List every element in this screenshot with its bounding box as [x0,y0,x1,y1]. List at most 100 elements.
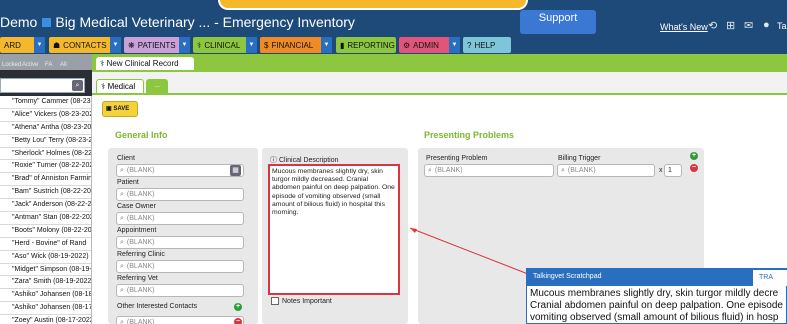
search-icon: ⌕ [120,263,124,270]
filter-locked[interactable]: Locked [2,62,21,68]
tab-new-clinical-record[interactable]: ⚕ New Clinical Record [96,57,194,70]
patient-list-item[interactable]: "Bam" Sustrich (08-22-20 [0,186,91,200]
client-field[interactable]: ⌕ (BLANK) [116,164,244,177]
patient-list-item[interactable]: "Herd - Bovine" of Rand [0,238,91,251]
nav-label: FINANCIAL [271,40,314,50]
patient-list-item[interactable]: "Betty Lou" Terry (08-23-2 [0,135,91,148]
contacts-icon: ☗ [53,40,61,50]
patient-list-item[interactable]: "Zara" Smith (08-19-2022 [0,276,91,290]
title-prefix: Demo [0,14,38,30]
nav-admin[interactable]: ⚙ ADMIN ▼ [399,37,460,53]
scratchpad-text[interactable]: Mucous membranes slightly dry, skin turg… [530,288,786,324]
nav-label: ARD [4,40,21,50]
user-name[interactable]: Ta [777,21,787,31]
patient-list-item[interactable]: "Aso" Wick (08-19-2022) [0,251,91,264]
field-value: (BLANK) [567,167,596,174]
appointment-label: Appointment [117,227,157,234]
nav-financial[interactable]: $ FINANCIAL ▼ [260,37,332,53]
patient-list-item[interactable]: "Tommy" Cammer (08-23- [0,96,91,109]
search-icon[interactable]: ⌕ [72,80,83,91]
user-icon[interactable]: ● [763,19,770,31]
add-problem-icon[interactable]: + [690,152,698,160]
chevron-down-icon[interactable]: ▼ [110,37,121,53]
appointment-field[interactable]: ⌕ (BLANK) [116,236,244,249]
billing-trigger-field[interactable]: ⌕ (BLANK) [557,164,655,177]
chevron-down-icon[interactable]: ▼ [449,37,460,53]
chart-icon: ▮ [340,40,345,50]
patient-list-item[interactable]: "Sherlock" Holmes (08-22 [0,148,91,161]
remove-contact-icon[interactable]: − [234,318,242,324]
tab-label: Medical [107,82,136,91]
tab-more[interactable]: ... [146,79,168,94]
patient-list-item[interactable]: "Boots" Molony (08-22-20 [0,225,91,238]
field-value: (BLANK) [126,167,155,174]
record-subtab-bar [92,72,787,94]
field-value: (BLANK) [126,263,155,270]
search-icon: ⌕ [120,239,124,246]
chevron-down-icon[interactable]: ▼ [246,37,257,53]
nav-label: HELP [474,40,496,50]
search-icon: ⌕ [120,287,124,294]
save-button[interactable]: ▣ SAVE [102,101,138,117]
nav-clinical[interactable]: ⚕ CLINICAL ▼ [193,37,257,53]
patient-list-item[interactable]: "Alice" Vickers (08-23-202 [0,109,91,122]
patient-list-item[interactable]: "Jack" Anderson (08-22-2 [0,199,91,213]
patient-list-item[interactable]: "Brad" of Anniston Farmin [0,173,91,187]
tab-medical[interactable]: ⚕ Medical [96,79,144,94]
scratchpad-tab[interactable]: TRA [753,270,787,286]
mail-icon[interactable]: ✉ [744,19,753,32]
support-button[interactable]: Support [520,10,596,34]
chevron-down-icon[interactable]: ▼ [321,37,332,53]
nav-reporting[interactable]: ▮ REPORTING [336,37,396,53]
client-label: Client [117,155,135,162]
paw-icon: ❋ [128,40,135,50]
nav-label: ADMIN [413,40,439,50]
money-icon: $ [264,40,269,50]
patient-list-item[interactable]: "Ashiko" Johansen (08-17 [0,302,91,316]
patient-list-item[interactable]: "Ashiko" Johansen (08-18 [0,289,91,303]
referring-clinic-field[interactable]: ⌕ (BLANK) [116,260,244,273]
tab-label: New Clinical Record [106,59,179,68]
filter-active[interactable]: Active [22,62,38,68]
nav-contacts[interactable]: ☗ CONTACTS ▼ [49,37,121,53]
gear-icon: ⚙ [403,40,411,50]
patient-list-item[interactable]: "Antman" Stan (08-22-202 [0,212,91,225]
history-icon[interactable]: ⟲ [708,19,717,32]
chevron-down-icon[interactable]: ▼ [179,37,190,53]
scratchpad-header: Talkingvet Scratchpad TRA [527,269,787,286]
search-icon: ⌕ [120,191,124,198]
patient-list-item[interactable]: "Roxie" Turner (08-22-202 [0,160,91,174]
whats-new-link[interactable]: What's New [660,22,708,32]
add-contact-icon[interactable]: + [234,303,242,311]
referring-vet-field[interactable]: ⌕ (BLANK) [116,284,244,297]
case-owner-label: Case Owner [117,203,156,210]
other-contacts-label: Other Interested Contacts [117,303,198,310]
gift-icon[interactable]: ⊞ [726,19,735,32]
referring-clinic-label: Referring Clinic [117,251,165,258]
quantity-field[interactable]: 1 [664,164,682,177]
nav-help[interactable]: ? HELP [463,37,511,53]
patient-list-item[interactable]: "Athena" Antha (08-23-20 [0,122,91,135]
search-icon: ⌕ [428,167,432,174]
save-label: SAVE [113,106,130,112]
patient-field[interactable]: ⌕ (BLANK) [116,188,244,201]
nav-dashboard[interactable]: ARD ▼ [0,37,45,53]
label-text: Clinical Description [278,157,339,164]
calculator-icon[interactable]: ▦ [230,165,241,176]
remove-problem-icon[interactable]: − [690,164,698,172]
filter-all[interactable]: All [60,62,67,68]
other-contacts-field[interactable]: ⌕ (BLANK) [116,316,244,324]
notes-important-label: Notes Important [282,298,332,305]
brand-square-icon [42,18,52,27]
help-circle-icon[interactable]: ⓘ [270,157,279,164]
nav-patients[interactable]: ❋ PATIENTS ▼ [124,37,190,53]
patient-list-item[interactable]: "Midget" Simpson (08-19- [0,264,91,277]
search-icon: ⌕ [120,319,124,324]
presenting-problem-field[interactable]: ⌕ (BLANK) [424,164,554,177]
chevron-down-icon[interactable]: ▼ [34,37,45,53]
notes-important-checkbox[interactable] [271,297,279,305]
patient-list-item[interactable]: "Zoey" Austin (08-17-2022 [0,315,91,324]
case-owner-field[interactable]: ⌕ (BLANK) [116,212,244,225]
filter-fa[interactable]: FA [45,62,52,68]
nav-label: CONTACTS [63,40,107,50]
